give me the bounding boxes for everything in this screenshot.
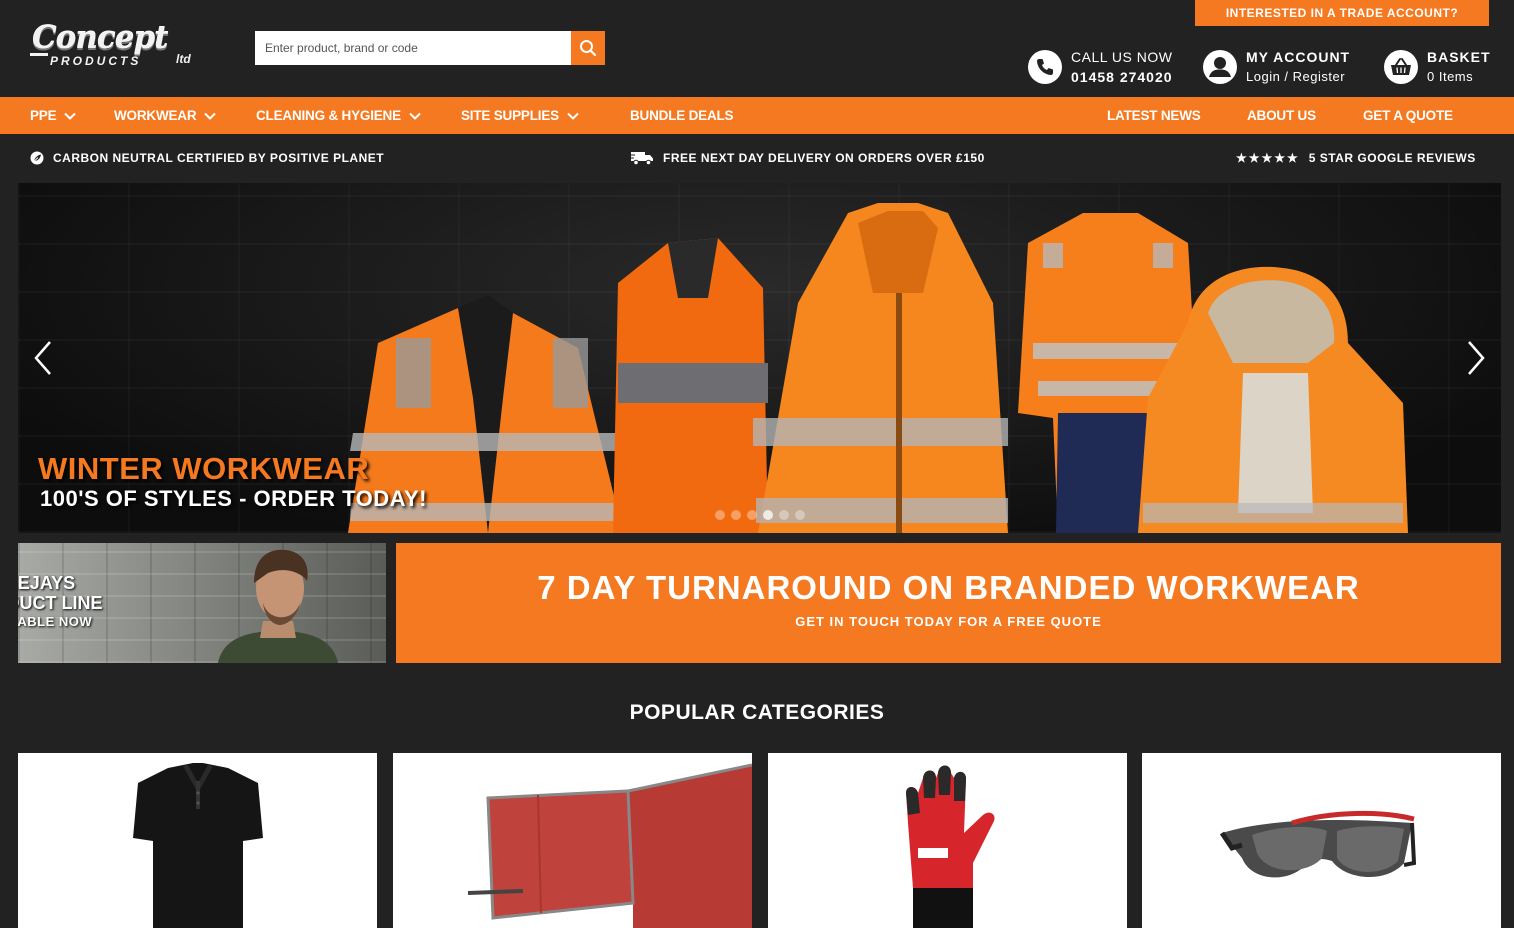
nav-label: CLEANING & HYGIENE xyxy=(256,108,401,123)
usp-bar: CARBON NEUTRAL CERTIFIED BY POSITIVE PLA… xyxy=(0,134,1514,182)
branded-workwear-promo[interactable]: 7 DAY TURNAROUND ON BRANDED WORKWEAR GET… xyxy=(396,543,1501,663)
chevron-down-icon xyxy=(204,112,217,120)
nav-label: GET A QUOTE xyxy=(1363,108,1453,123)
account-label: MY ACCOUNT xyxy=(1246,49,1351,65)
carousel-dot[interactable] xyxy=(763,510,773,520)
nav-item-bundle-deals[interactable]: BUNDLE DEALS xyxy=(630,97,734,134)
phone-icon xyxy=(1028,50,1062,84)
teejays-title: TEEJAYS xyxy=(18,573,76,593)
search-button[interactable] xyxy=(571,31,605,65)
chevron-right-icon xyxy=(1468,341,1485,375)
chevron-left-icon xyxy=(34,341,51,375)
nav-label: ABOUT US xyxy=(1247,108,1316,123)
glove-image xyxy=(906,765,995,928)
popular-categories-heading: POPULAR CATEGORIES xyxy=(629,701,885,724)
nav-label: PPE xyxy=(30,108,57,123)
usp-reviews-text: 5 STAR GOOGLE REVIEWS xyxy=(1308,151,1476,165)
nav-item-site-supplies[interactable]: SITE SUPPLIES xyxy=(461,97,579,134)
carousel-prev-button[interactable] xyxy=(30,338,56,378)
logo[interactable]: Concept PRODUCTS ltd xyxy=(30,20,208,72)
safety-glasses-image xyxy=(1219,810,1417,878)
category-card-polo-shirts[interactable] xyxy=(18,753,377,928)
truck-icon xyxy=(630,150,654,166)
carousel-dot[interactable] xyxy=(779,510,789,520)
usp-carbon-neutral: CARBON NEUTRAL CERTIFIED BY POSITIVE PLA… xyxy=(30,134,384,182)
login-register-link[interactable]: Login / Register xyxy=(1246,67,1350,87)
hero-carousel: WINTER WORKWEAR 100'S OF STYLES - ORDER … xyxy=(18,183,1501,533)
logo-products: PRODUCTS xyxy=(50,54,142,68)
site-header: Concept PRODUCTS ltd INTERESTED IN A TRA… xyxy=(0,0,1514,97)
nav-label: SITE SUPPLIES xyxy=(461,108,559,123)
nav-label: LATEST NEWS xyxy=(1107,108,1201,123)
leaf-icon xyxy=(30,151,44,165)
nav-label: WORKWEAR xyxy=(114,108,197,123)
basket-count: 0 Items xyxy=(1427,69,1474,84)
carousel-dots xyxy=(715,510,805,520)
carousel-dot[interactable] xyxy=(795,510,805,520)
carousel-dot[interactable] xyxy=(715,510,725,520)
category-card-gloves[interactable] xyxy=(768,753,1127,928)
carousel-dot[interactable] xyxy=(747,510,757,520)
hero-title: WINTER WORKWEAR xyxy=(38,451,370,486)
basket[interactable]: BASKET 0 Items xyxy=(1384,47,1491,87)
search-icon xyxy=(580,40,597,57)
usp-carbon-text: CARBON NEUTRAL CERTIFIED BY POSITIVE PLA… xyxy=(53,151,385,165)
basket-icon xyxy=(1384,50,1418,84)
main-nav: PPE WORKWEAR CLEANING & HYGIENE SITE SUP… xyxy=(0,97,1514,134)
five-stars-icon: ★★★★★ xyxy=(1236,151,1300,165)
logo-wordmark: Concept xyxy=(32,20,168,56)
user-icon xyxy=(1203,50,1237,84)
chevron-down-icon xyxy=(567,112,579,120)
logo-bar xyxy=(30,53,48,56)
carousel-next-button[interactable] xyxy=(1463,338,1489,378)
barrier-image xyxy=(467,763,752,928)
search-bar xyxy=(255,31,605,65)
my-account[interactable]: MY ACCOUNT Login / Register xyxy=(1203,47,1350,87)
logo-ltd: ltd xyxy=(176,52,191,66)
carousel-dot[interactable] xyxy=(731,510,741,520)
teejays-availability: AVAILABLE NOW xyxy=(18,614,93,629)
nav-item-ppe[interactable]: PPE xyxy=(30,97,77,134)
nav-label: BUNDLE DEALS xyxy=(630,108,734,123)
nav-item-workwear[interactable]: WORKWEAR xyxy=(114,97,217,134)
teejays-promo[interactable]: TEEJAYS PRODUCT LINE AVAILABLE NOW xyxy=(18,543,386,663)
category-card-site-barriers[interactable] xyxy=(393,753,752,928)
teejays-subtitle: PRODUCT LINE xyxy=(18,593,103,613)
chevron-down-icon xyxy=(64,112,77,120)
usp-delivery-text: FREE NEXT DAY DELIVERY ON ORDERS OVER £1… xyxy=(663,151,985,165)
hero-subtitle: 100'S OF STYLES - ORDER TODAY! xyxy=(40,486,427,511)
usp-reviews[interactable]: ★★★★★ 5 STAR GOOGLE REVIEWS xyxy=(1236,134,1476,182)
phone-number[interactable]: 01458 274020 xyxy=(1071,67,1173,87)
nav-item-latest-news[interactable]: LATEST NEWS xyxy=(1107,97,1201,134)
trade-account-button[interactable]: INTERESTED IN A TRADE ACCOUNT? xyxy=(1195,0,1489,26)
call-label: CALL US NOW xyxy=(1071,49,1173,65)
nav-item-about-us[interactable]: ABOUT US xyxy=(1247,97,1316,134)
usp-delivery: FREE NEXT DAY DELIVERY ON ORDERS OVER £1… xyxy=(630,134,985,182)
chevron-down-icon xyxy=(409,112,421,120)
nav-item-cleaning-hygiene[interactable]: CLEANING & HYGIENE xyxy=(256,97,421,134)
category-card-safety-glasses[interactable] xyxy=(1142,753,1501,928)
turnaround-subtitle: GET IN TOUCH TODAY FOR A FREE QUOTE xyxy=(795,614,1102,629)
nav-item-get-a-quote[interactable]: GET A QUOTE xyxy=(1363,97,1453,134)
search-input[interactable] xyxy=(255,31,571,65)
turnaround-title: 7 DAY TURNAROUND ON BRANDED WORKWEAR xyxy=(537,569,1360,606)
call-us[interactable]: CALL US NOW 01458 274020 xyxy=(1028,47,1173,87)
basket-label: BASKET xyxy=(1427,49,1491,65)
polo-shirt-image xyxy=(133,763,263,928)
